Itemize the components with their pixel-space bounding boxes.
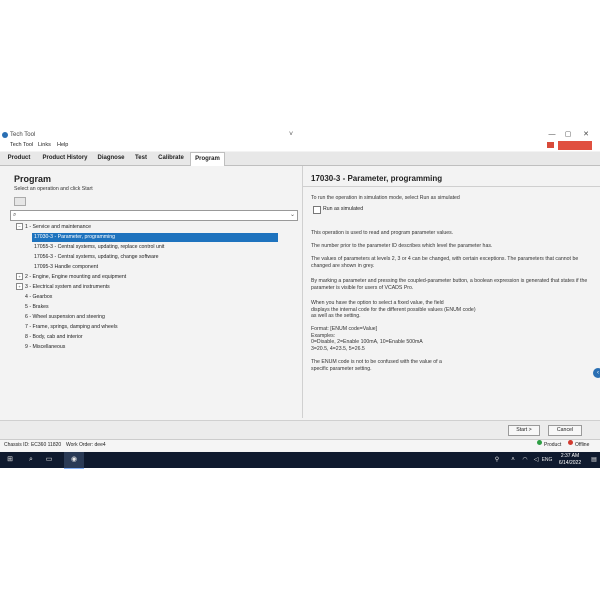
tree-item-wheel-suspension[interactable]: 6 - Wheel suspension and steering: [25, 313, 105, 322]
product-status: Product: [544, 442, 562, 448]
tree-item-miscellaneous[interactable]: 9 - Miscellaneous: [25, 343, 65, 352]
tree-item-electrical[interactable]: +3 - Electrical system and instruments: [16, 283, 110, 292]
tree-item-service-maintenance[interactable]: −1 - Service and maintenance: [16, 223, 91, 232]
windows-start-icon[interactable]: ⊞: [3, 452, 17, 468]
description-paragraph: By marking a parameter and pressing the …: [311, 278, 588, 291]
title-bar: Tech Tool ˅ — ▢ ✕: [0, 130, 600, 140]
tab-calibrate[interactable]: Calibrate: [154, 152, 188, 165]
collapse-all-button[interactable]: [14, 197, 26, 206]
tab-product[interactable]: Product: [4, 152, 34, 165]
offline-status: Offline: [575, 442, 590, 448]
collapse-icon[interactable]: −: [16, 223, 23, 231]
cancel-button[interactable]: Cancel: [548, 425, 582, 436]
expand-icon[interactable]: +: [16, 283, 23, 291]
search-input[interactable]: ⌕ ⌄: [10, 210, 298, 221]
tree-item-17030-3[interactable]: 17030-3 - Parameter, programming: [32, 233, 278, 242]
product-status-icon: [537, 440, 542, 445]
wifi-icon[interactable]: ◠: [520, 452, 530, 468]
tree-item-engine[interactable]: +2 - Engine, Engine mounting and equipme…: [16, 273, 126, 282]
tab-diagnose[interactable]: Diagnose: [94, 152, 128, 165]
tree-item-gearbox[interactable]: 4 - Gearbox: [25, 293, 52, 302]
menu-links[interactable]: Links: [38, 140, 51, 151]
close-button[interactable]: ✕: [580, 130, 592, 140]
work-order: Work Order: dee4: [66, 442, 106, 448]
clock[interactable]: 2:37 AM 6/14/2022: [550, 453, 590, 467]
titlebar-chevron-icon[interactable]: ˅: [289, 130, 293, 140]
description-paragraph: The values of parameters at levels 2, 3 …: [311, 256, 579, 269]
notifications-icon[interactable]: ▤: [590, 452, 598, 468]
expand-icon[interactable]: +: [16, 273, 23, 281]
search-icon[interactable]: ⌕: [24, 452, 38, 468]
description-paragraph: as well as the setting.: [311, 313, 361, 319]
example-line: 3=20.5, 4=23.5, 5=26.5: [311, 345, 365, 352]
chassis-id: Chassis ID: EC360 11820: [4, 442, 62, 448]
description-paragraph: The number prior to the parameter ID des…: [311, 243, 493, 249]
menu-tech-tool[interactable]: Tech Tool: [10, 140, 33, 151]
user-box[interactable]: [558, 141, 592, 150]
minimize-button[interactable]: —: [546, 130, 558, 140]
operation-title: 17030-3 - Parameter, programming: [311, 174, 443, 183]
status-bar: Chassis ID: EC360 11820 Work Order: dee4…: [0, 439, 600, 451]
note-paragraph: specific parameter setting.: [311, 365, 372, 372]
tree-item-17056-3[interactable]: 17056-3 - Central systems, updating, cha…: [34, 253, 159, 262]
page-title: Program: [14, 174, 52, 184]
main-tabs: Product Product History Diagnose Test Ca…: [0, 152, 600, 166]
tab-program[interactable]: Program: [190, 152, 225, 166]
operation-detail-pane: 17030-3 - Parameter, programming To run …: [302, 166, 600, 418]
clock-date: 6/14/2022: [558, 460, 582, 466]
tree-item-17055-3[interactable]: 17055-3 - Central systems, updating, rep…: [34, 243, 164, 252]
search-icon: ⌕: [13, 212, 17, 218]
run-as-simulated-checkbox[interactable]: [313, 206, 321, 214]
tree-item-body[interactable]: 8 - Body, cab and interior: [25, 333, 83, 342]
network-icon[interactable]: ⚲: [492, 452, 502, 468]
operation-list-pane: Program Select an operation and click St…: [0, 166, 300, 418]
chevron-down-icon[interactable]: ⌄: [290, 211, 295, 220]
tab-test[interactable]: Test: [130, 152, 152, 165]
menu-bar: Tech Tool Links Help: [0, 140, 600, 151]
tree-item-frame[interactable]: 7 - Frame, springs, damping and wheels: [25, 323, 118, 332]
description-paragraph: This operation is used to read and progr…: [311, 230, 454, 236]
chevron-up-icon[interactable]: ˄: [508, 452, 518, 468]
side-expand-icon[interactable]: ‹: [593, 368, 600, 378]
app-icon: [2, 132, 8, 138]
offline-status-icon: [568, 440, 573, 445]
task-view-icon[interactable]: ▭: [42, 452, 56, 468]
window-title: Tech Tool: [10, 132, 36, 138]
tab-product-history[interactable]: Product History: [38, 152, 92, 165]
maximize-button[interactable]: ▢: [562, 130, 574, 140]
tree-item-brakes[interactable]: 5 - Brakes: [25, 303, 49, 312]
clock-time: 2:37 AM: [560, 453, 580, 459]
tech-tool-window: Tech Tool ˅ — ▢ ✕ Tech Tool Links Help P…: [0, 130, 600, 452]
menu-help[interactable]: Help: [57, 140, 68, 151]
page-subtitle: Select an operation and click Start: [14, 186, 93, 192]
simulation-instruction: To run the operation in simulation mode,…: [311, 195, 460, 201]
flag-icon[interactable]: [547, 142, 554, 148]
tech-tool-taskbar-icon[interactable]: ◉: [64, 452, 84, 469]
tree-item-17095-3[interactable]: 17095-3 Handle component: [34, 263, 98, 272]
taskbar: ⊞ ⌕ ▭ ◉ ⚲ ˄ ◠ ◁ ENG 2:37 AM 6/14/2022 ▤: [0, 452, 600, 469]
divider: [303, 186, 600, 187]
action-bar: Start > Cancel: [0, 420, 600, 439]
run-as-simulated-label[interactable]: Run as simulated: [323, 206, 363, 213]
start-button[interactable]: Start >: [508, 425, 540, 436]
